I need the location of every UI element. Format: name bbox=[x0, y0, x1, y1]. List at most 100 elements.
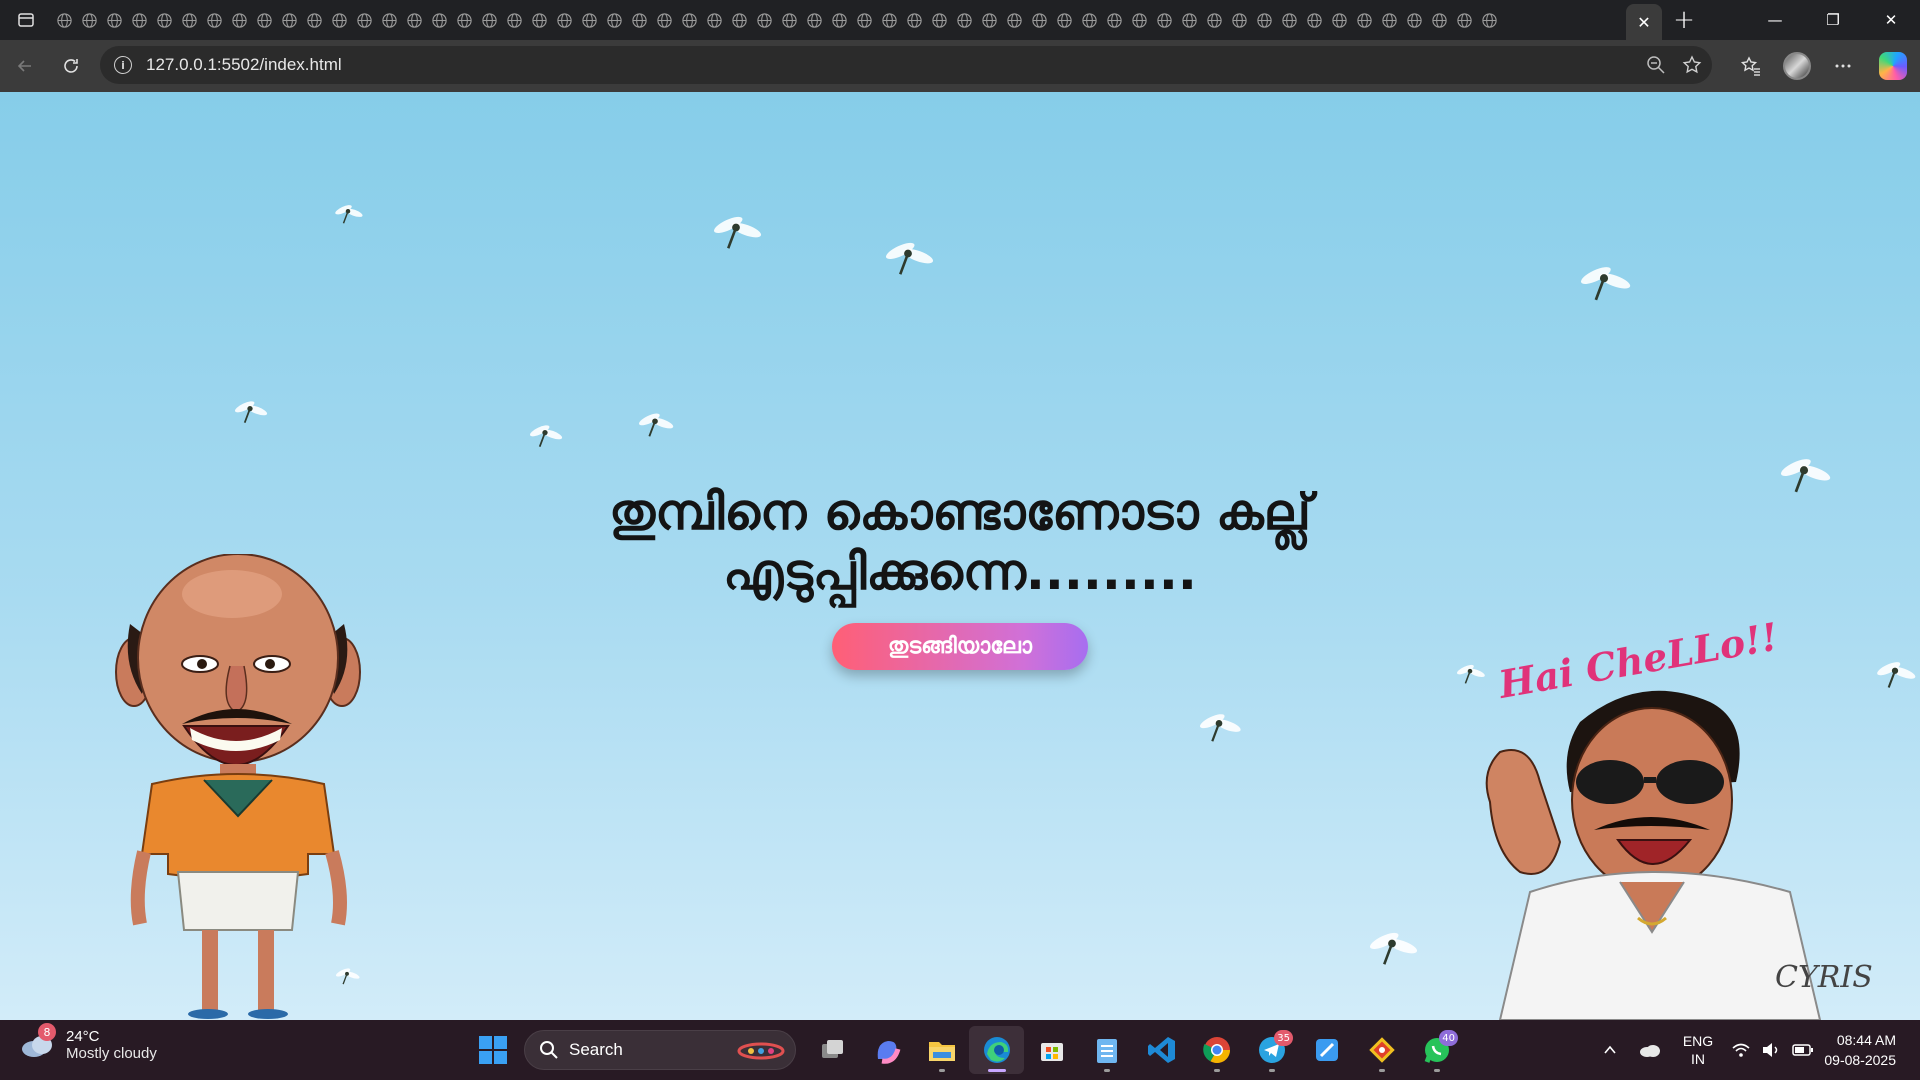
browser-tab[interactable] bbox=[1352, 0, 1377, 40]
browser-tab[interactable] bbox=[727, 0, 752, 40]
browser-tab[interactable] bbox=[1277, 0, 1302, 40]
task-view-button[interactable] bbox=[804, 1026, 859, 1074]
browser-tab[interactable] bbox=[1477, 0, 1502, 40]
start-button[interactable]: തുടങ്ങിയാലോ bbox=[832, 623, 1088, 670]
browser-tab[interactable] bbox=[827, 0, 852, 40]
browser-tab[interactable] bbox=[777, 0, 802, 40]
notepad-button[interactable] bbox=[1079, 1026, 1134, 1074]
browser-tab[interactable] bbox=[1002, 0, 1027, 40]
sidebar-toggle-button[interactable] bbox=[0, 0, 52, 40]
browser-tab[interactable] bbox=[102, 0, 127, 40]
browser-tab[interactable] bbox=[1252, 0, 1277, 40]
browser-tab[interactable] bbox=[477, 0, 502, 40]
chrome-button[interactable] bbox=[1189, 1026, 1244, 1074]
file-explorer-button[interactable] bbox=[914, 1026, 969, 1074]
browser-tab[interactable] bbox=[852, 0, 877, 40]
favorites-button[interactable] bbox=[1728, 40, 1774, 92]
browser-tab[interactable] bbox=[127, 0, 152, 40]
browser-tab[interactable] bbox=[977, 0, 1002, 40]
volume-button[interactable] bbox=[1756, 1042, 1786, 1058]
browser-tab[interactable] bbox=[152, 0, 177, 40]
browser-tab[interactable] bbox=[902, 0, 927, 40]
browser-tab[interactable] bbox=[527, 0, 552, 40]
browser-tab[interactable] bbox=[652, 0, 677, 40]
browser-tab[interactable] bbox=[202, 0, 227, 40]
vscode-button[interactable] bbox=[1134, 1026, 1189, 1074]
show-hidden-icons-button[interactable] bbox=[1590, 1042, 1630, 1058]
copilot-button[interactable] bbox=[1866, 40, 1920, 92]
browser-tab[interactable] bbox=[1227, 0, 1252, 40]
browser-tab[interactable] bbox=[1152, 0, 1177, 40]
browser-tab[interactable] bbox=[1327, 0, 1352, 40]
browser-tab[interactable] bbox=[1427, 0, 1452, 40]
window-controls: — ❐ ✕ bbox=[1746, 0, 1920, 40]
browser-tab[interactable] bbox=[1302, 0, 1327, 40]
taskbar-search-box[interactable]: Search bbox=[524, 1030, 796, 1070]
browser-tab[interactable] bbox=[1452, 0, 1477, 40]
browser-tab[interactable] bbox=[927, 0, 952, 40]
browser-tab[interactable] bbox=[602, 0, 627, 40]
browser-tab[interactable] bbox=[1402, 0, 1427, 40]
battery-button[interactable] bbox=[1786, 1043, 1820, 1057]
browser-tab[interactable] bbox=[277, 0, 302, 40]
browser-tab[interactable] bbox=[252, 0, 277, 40]
browser-tab[interactable] bbox=[377, 0, 402, 40]
browser-tab[interactable] bbox=[52, 0, 77, 40]
browser-tab[interactable] bbox=[627, 0, 652, 40]
browser-tab[interactable] bbox=[177, 0, 202, 40]
close-window-button[interactable]: ✕ bbox=[1862, 0, 1920, 40]
browser-tab[interactable] bbox=[77, 0, 102, 40]
browser-tab[interactable] bbox=[1102, 0, 1127, 40]
more-button[interactable] bbox=[1820, 40, 1866, 92]
browser-tab[interactable] bbox=[1127, 0, 1152, 40]
browser-tab[interactable] bbox=[677, 0, 702, 40]
browser-tab[interactable] bbox=[302, 0, 327, 40]
address-bar[interactable]: i 127.0.0.1:5502/index.html bbox=[100, 46, 1712, 84]
new-tab-button[interactable]: + bbox=[1662, 0, 1706, 40]
start-menu-button[interactable] bbox=[470, 1027, 516, 1073]
browser-tab[interactable] bbox=[877, 0, 902, 40]
copilot-app-button[interactable] bbox=[859, 1026, 914, 1074]
browser-tab[interactable] bbox=[427, 0, 452, 40]
edge-browser-button[interactable] bbox=[969, 1026, 1024, 1074]
globe-icon bbox=[57, 12, 72, 28]
browser-tab[interactable] bbox=[1052, 0, 1077, 40]
browser-tab[interactable] bbox=[702, 0, 727, 40]
browser-tab[interactable] bbox=[502, 0, 527, 40]
browser-tab[interactable] bbox=[952, 0, 977, 40]
browser-tab[interactable] bbox=[352, 0, 377, 40]
browser-tab[interactable] bbox=[1202, 0, 1227, 40]
browser-tab[interactable] bbox=[1027, 0, 1052, 40]
git-app-button[interactable] bbox=[1354, 1026, 1409, 1074]
browser-tab[interactable] bbox=[1177, 0, 1202, 40]
browser-tab[interactable] bbox=[577, 0, 602, 40]
browser-tab[interactable] bbox=[1077, 0, 1102, 40]
active-tab-close-button[interactable]: ✕ bbox=[1626, 4, 1662, 40]
favorite-star-icon[interactable] bbox=[1682, 55, 1702, 75]
weather-widget[interactable]: 8 24°C Mostly cloudy bbox=[20, 1023, 157, 1062]
restore-button[interactable]: ❐ bbox=[1804, 0, 1862, 40]
globe-icon bbox=[832, 12, 847, 28]
language-indicator[interactable]: ENG IN bbox=[1670, 1032, 1726, 1068]
telegram-button[interactable]: 35 bbox=[1244, 1026, 1299, 1074]
browser-tab[interactable] bbox=[1377, 0, 1402, 40]
onedrive-button[interactable] bbox=[1630, 1042, 1670, 1058]
back-button[interactable] bbox=[2, 46, 48, 86]
refresh-button[interactable] bbox=[48, 46, 94, 86]
profile-button[interactable] bbox=[1774, 40, 1820, 92]
browser-tab[interactable] bbox=[452, 0, 477, 40]
zoom-out-icon[interactable] bbox=[1646, 55, 1666, 75]
wifi-button[interactable] bbox=[1726, 1042, 1756, 1058]
clock[interactable]: 08:44 AM 09-08-2025 bbox=[1820, 1030, 1920, 1070]
info-icon[interactable]: i bbox=[114, 56, 132, 74]
browser-tab[interactable] bbox=[552, 0, 577, 40]
microsoft-store-button[interactable] bbox=[1024, 1026, 1079, 1074]
browser-tab[interactable] bbox=[402, 0, 427, 40]
minimize-button[interactable]: — bbox=[1746, 0, 1804, 40]
paint-button[interactable] bbox=[1299, 1026, 1354, 1074]
browser-tab[interactable] bbox=[752, 0, 777, 40]
browser-tab[interactable] bbox=[802, 0, 827, 40]
browser-tab[interactable] bbox=[327, 0, 352, 40]
whatsapp-button[interactable]: 40 bbox=[1409, 1026, 1464, 1074]
browser-tab[interactable] bbox=[227, 0, 252, 40]
